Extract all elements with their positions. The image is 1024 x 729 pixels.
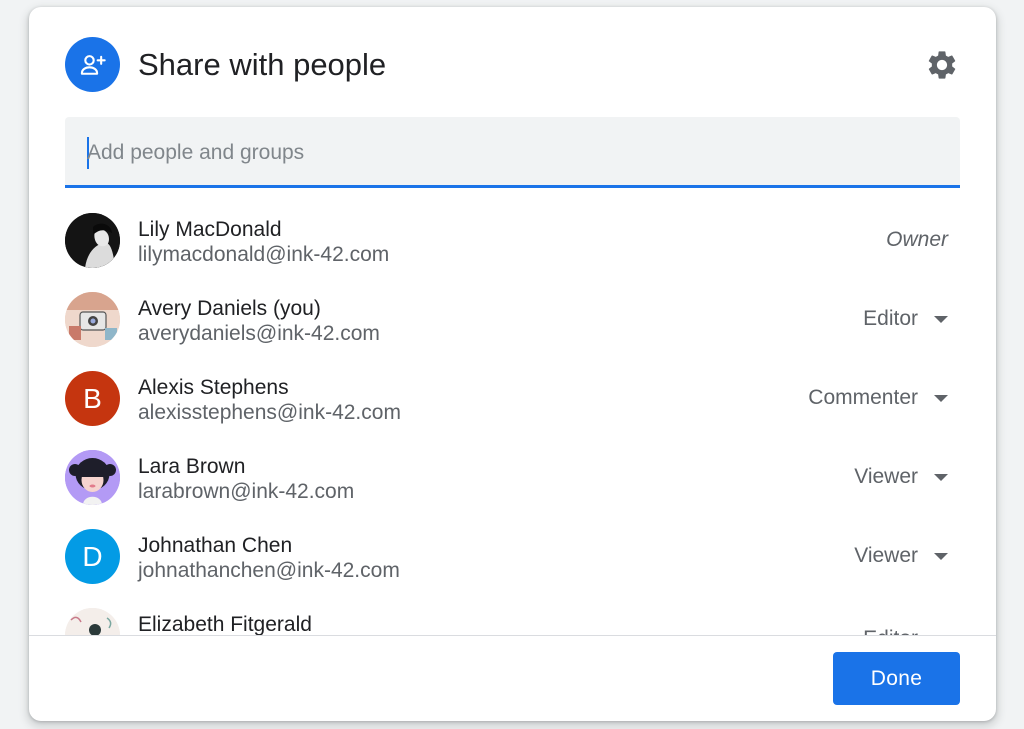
caret-down-icon — [934, 315, 948, 323]
role-label: Viewer — [854, 465, 918, 488]
person-name: Alexis Stephens — [138, 376, 289, 399]
role-dropdown[interactable]: Editor — [863, 616, 960, 635]
role-label: Commenter — [808, 386, 918, 409]
caret-down-icon — [934, 552, 948, 560]
done-button[interactable]: Done — [833, 652, 960, 705]
role-dropdown[interactable]: Editor — [863, 296, 960, 342]
list-item: Lara Brown larabrown@ink-42.com Viewer — [65, 434, 960, 513]
person-name: Avery Daniels (you) — [138, 297, 321, 320]
footer-divider — [29, 635, 996, 636]
search-box — [65, 117, 960, 188]
avatar — [65, 292, 120, 347]
list-item: Lily MacDonald lilymacdonald@ink-42.com … — [65, 197, 960, 276]
person-email: averydaniels@ink-42.com — [138, 322, 380, 345]
role-label: Viewer — [854, 544, 918, 567]
dialog-title: Share with people — [138, 47, 387, 82]
person-add-icon — [65, 37, 120, 92]
gear-icon — [928, 51, 956, 79]
role-dropdown[interactable]: Viewer — [854, 533, 960, 579]
avatar — [65, 450, 120, 505]
share-dialog: Share with people Lily MacDonald lilymac… — [29, 7, 996, 721]
list-item: D Johnathan Chen johnathanchen@ink-42.co… — [65, 513, 960, 592]
person-email: alexisstephens@ink-42.com — [138, 401, 401, 424]
owner-label: Owner — [886, 228, 948, 251]
avatar: D — [65, 529, 120, 584]
avatar — [65, 213, 120, 268]
person-name: Lara Brown — [138, 455, 246, 478]
person-email: johnathanchen@ink-42.com — [138, 559, 400, 582]
person-email: larabrown@ink-42.com — [138, 480, 355, 503]
list-item: Avery Daniels (you) averydaniels@ink-42.… — [65, 276, 960, 355]
avatar-initial: D — [82, 540, 103, 572]
avatar: B — [65, 371, 120, 426]
person-email: lilymacdonald@ink-42.com — [138, 243, 390, 266]
list-item: Elizabeth Fitgerald Editor — [65, 592, 960, 635]
avatar — [65, 608, 120, 635]
add-people-input[interactable] — [87, 137, 947, 169]
role-dropdown[interactable]: Commenter — [808, 375, 960, 421]
caret-down-icon — [934, 473, 948, 481]
role-label: Editor — [863, 627, 918, 635]
people-list[interactable]: Lily MacDonald lilymacdonald@ink-42.com … — [29, 197, 996, 635]
dialog-header: Share with people — [65, 37, 960, 92]
person-name: Lily MacDonald — [138, 218, 282, 241]
person-name: Johnathan Chen — [138, 534, 293, 557]
person-name: Elizabeth Fitgerald — [138, 613, 312, 635]
list-item: B Alexis Stephens alexisstephens@ink-42.… — [65, 355, 960, 434]
role-label: Editor — [863, 307, 918, 330]
role-dropdown[interactable]: Viewer — [854, 454, 960, 500]
settings-button[interactable] — [924, 47, 960, 83]
caret-down-icon — [934, 394, 948, 402]
avatar-initial: B — [83, 382, 102, 414]
